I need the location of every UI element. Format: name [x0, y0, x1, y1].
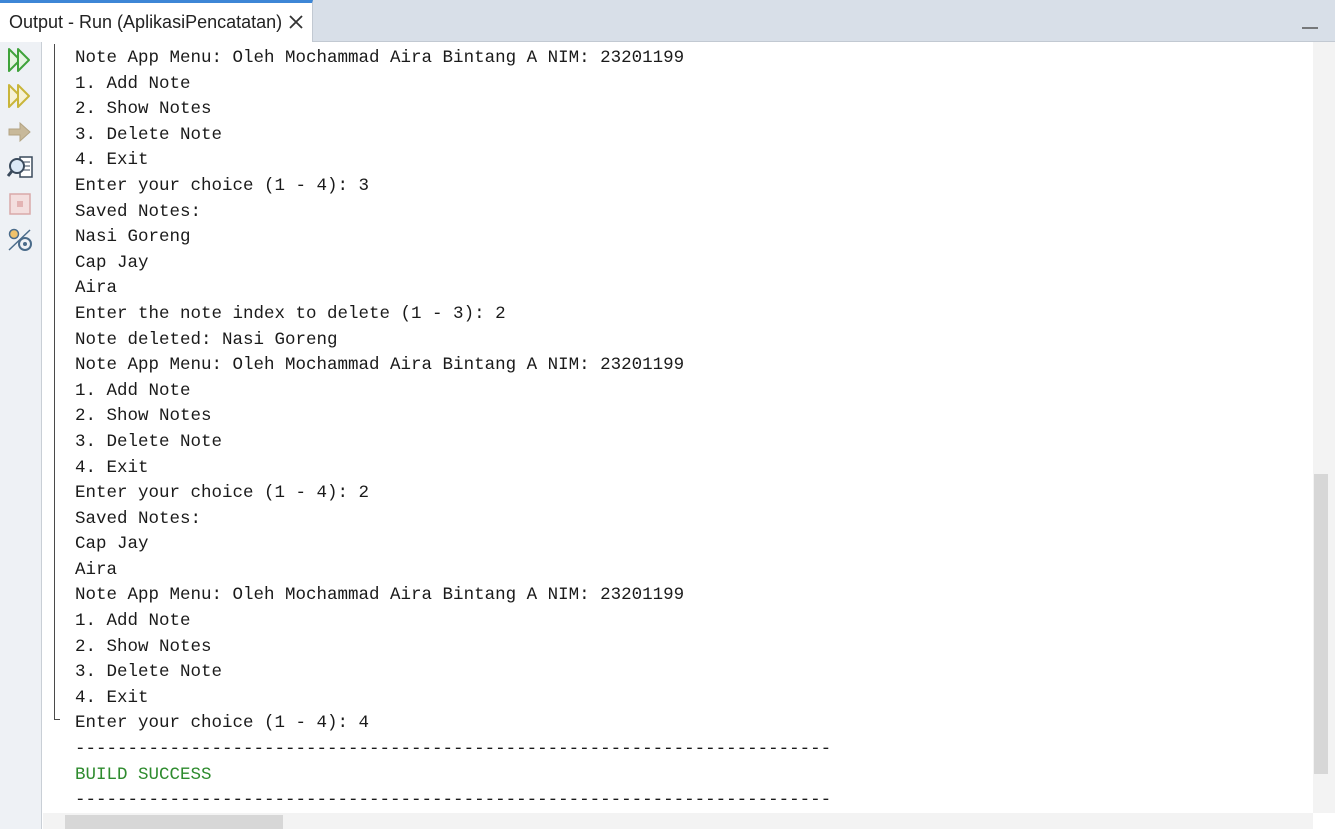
output-settings-icon[interactable]	[6, 226, 34, 254]
minimize-icon[interactable]	[1300, 17, 1320, 31]
tab-output-run[interactable]: Output - Run (AplikasiPencatatan)	[0, 0, 313, 42]
console-line: Cap Jay	[75, 534, 149, 555]
rerun-with-options-icon[interactable]	[6, 82, 34, 110]
console-line: 1. Add Note	[75, 73, 191, 94]
console-line: 2. Show Notes	[75, 406, 212, 427]
console-line: 4. Exit	[75, 150, 149, 171]
console-line: Enter your choice (1 - 4): 4	[75, 713, 370, 734]
find-in-output-icon[interactable]	[6, 154, 34, 182]
horizontal-scrollbar-thumb[interactable]	[65, 815, 283, 829]
close-icon[interactable]	[287, 13, 305, 31]
output-window: Output - Run (AplikasiPencatatan) Note A…	[0, 0, 1335, 829]
console-line: Saved Notes:	[75, 201, 202, 222]
console-line: 2. Show Notes	[75, 636, 212, 657]
console-line: 1. Add Note	[75, 611, 191, 632]
console-line: Note App Menu: Oleh Mochammad Aira Binta…	[75, 355, 685, 376]
output-toolbar	[0, 42, 42, 829]
fold-guide	[54, 44, 60, 720]
console-line: Enter the note index to delete (1 - 3): …	[75, 303, 506, 324]
console-text: Note App Menu: Oleh Mochammad Aira Binta…	[75, 46, 831, 813]
console-line: Note App Menu: Oleh Mochammad Aira Binta…	[75, 48, 685, 68]
tab-title: Output - Run (AplikasiPencatatan)	[9, 12, 283, 32]
vertical-scrollbar-thumb[interactable]	[1314, 474, 1328, 774]
console-line: 1. Add Note	[75, 380, 191, 401]
console-line: Enter your choice (1 - 4): 3	[75, 175, 370, 196]
rerun-icon[interactable]	[6, 46, 34, 74]
console-line: Note deleted: Nasi Goreng	[75, 329, 338, 350]
continue-arrow-icon[interactable]	[6, 118, 34, 146]
console-line: 3. Delete Note	[75, 662, 223, 683]
console-line: Aira	[75, 559, 118, 580]
console-line: Enter your choice (1 - 4): 2	[75, 483, 370, 504]
console-line: 2. Show Notes	[75, 99, 212, 120]
horizontal-scrollbar[interactable]	[43, 813, 1313, 829]
console-line: 3. Delete Note	[75, 124, 223, 145]
separator-line: ----------------------------------------…	[75, 790, 832, 811]
stop-icon[interactable]	[6, 190, 34, 218]
console-line: 4. Exit	[75, 687, 149, 708]
console-line: 3. Delete Note	[75, 431, 223, 452]
tab-bar: Output - Run (AplikasiPencatatan)	[0, 0, 1335, 42]
console-line: Aira	[75, 278, 118, 299]
console-line: Saved Notes:	[75, 508, 202, 529]
vertical-scrollbar[interactable]	[1313, 42, 1335, 813]
console-line: 4. Exit	[75, 457, 149, 478]
separator-line: ----------------------------------------…	[75, 739, 832, 760]
console-line: Cap Jay	[75, 252, 149, 273]
console-line: Note App Menu: Oleh Mochammad Aira Binta…	[75, 585, 685, 606]
console-line: Nasi Goreng	[75, 227, 191, 248]
output-console[interactable]: Note App Menu: Oleh Mochammad Aira Binta…	[43, 42, 1313, 813]
build-status: BUILD SUCCESS	[75, 764, 212, 785]
